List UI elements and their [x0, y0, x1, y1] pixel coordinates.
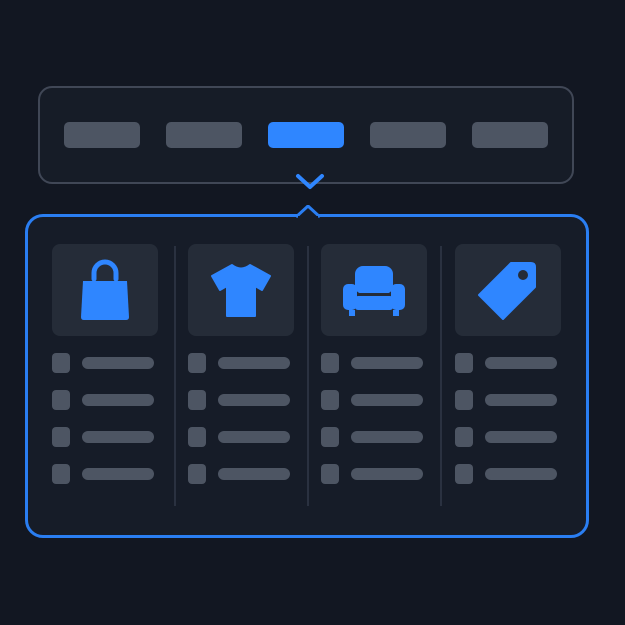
- menu-list-item[interactable]: [455, 353, 565, 373]
- column-divider: [307, 246, 309, 506]
- menu-column-furniture: [321, 244, 431, 484]
- item-bullet: [321, 427, 339, 447]
- item-label-placeholder: [351, 394, 423, 406]
- nav-tab-3-active[interactable]: [268, 122, 344, 148]
- menu-list-item[interactable]: [188, 427, 298, 447]
- item-bullet: [52, 464, 70, 484]
- item-bullet: [455, 464, 473, 484]
- item-bullet: [52, 390, 70, 410]
- menu-list-item[interactable]: [52, 353, 162, 373]
- menu-list-item[interactable]: [321, 427, 431, 447]
- item-label-placeholder: [351, 431, 423, 443]
- nav-tab-1[interactable]: [64, 122, 140, 148]
- item-label-placeholder: [485, 468, 557, 480]
- item-bullet: [188, 427, 206, 447]
- menu-list-item[interactable]: [321, 353, 431, 373]
- item-label-placeholder: [351, 357, 423, 369]
- item-label-placeholder: [82, 468, 154, 480]
- item-bullet: [52, 427, 70, 447]
- chevron-down-icon: [296, 174, 324, 189]
- menu-column-apparel: [188, 244, 298, 484]
- menu-list-item[interactable]: [455, 390, 565, 410]
- item-label-placeholder: [485, 431, 557, 443]
- menu-list-item[interactable]: [188, 390, 298, 410]
- item-label-placeholder: [485, 357, 557, 369]
- menu-list-item[interactable]: [455, 427, 565, 447]
- item-bullet: [455, 353, 473, 373]
- item-bullet: [455, 390, 473, 410]
- menu-column-deals: [455, 244, 565, 484]
- item-label-placeholder: [82, 431, 154, 443]
- column-divider: [174, 246, 176, 506]
- menu-list-item[interactable]: [321, 390, 431, 410]
- category-tile-apparel[interactable]: [188, 244, 294, 336]
- item-label-placeholder: [485, 394, 557, 406]
- menu-list-item[interactable]: [52, 464, 162, 484]
- item-label-placeholder: [218, 431, 290, 443]
- menu-column-bags: [52, 244, 162, 484]
- menu-list-item[interactable]: [321, 464, 431, 484]
- item-bullet: [455, 427, 473, 447]
- category-tile-bags[interactable]: [52, 244, 158, 336]
- item-bullet: [188, 390, 206, 410]
- item-label-placeholder: [82, 394, 154, 406]
- armchair-icon: [343, 266, 405, 316]
- item-label-placeholder: [351, 468, 423, 480]
- item-bullet: [188, 353, 206, 373]
- item-bullet: [321, 353, 339, 373]
- menu-list-item[interactable]: [52, 427, 162, 447]
- t-shirt-icon: [211, 264, 271, 317]
- item-bullet: [321, 464, 339, 484]
- category-tile-deals[interactable]: [455, 244, 561, 336]
- category-tile-furniture[interactable]: [321, 244, 427, 336]
- dropdown-pointer: [296, 205, 320, 219]
- shopping-bag-icon: [81, 259, 129, 320]
- item-label-placeholder: [82, 357, 154, 369]
- item-bullet: [188, 464, 206, 484]
- item-bullet: [52, 353, 70, 373]
- menu-list-item[interactable]: [188, 353, 298, 373]
- price-tag-icon: [478, 262, 536, 320]
- menu-list-item[interactable]: [188, 464, 298, 484]
- nav-tab-2[interactable]: [166, 122, 242, 148]
- column-divider: [440, 246, 442, 506]
- nav-tab-5[interactable]: [472, 122, 548, 148]
- item-label-placeholder: [218, 468, 290, 480]
- item-label-placeholder: [218, 357, 290, 369]
- item-label-placeholder: [218, 394, 290, 406]
- menu-list-item[interactable]: [52, 390, 162, 410]
- item-bullet: [321, 390, 339, 410]
- nav-tab-4[interactable]: [370, 122, 446, 148]
- menu-list-item[interactable]: [455, 464, 565, 484]
